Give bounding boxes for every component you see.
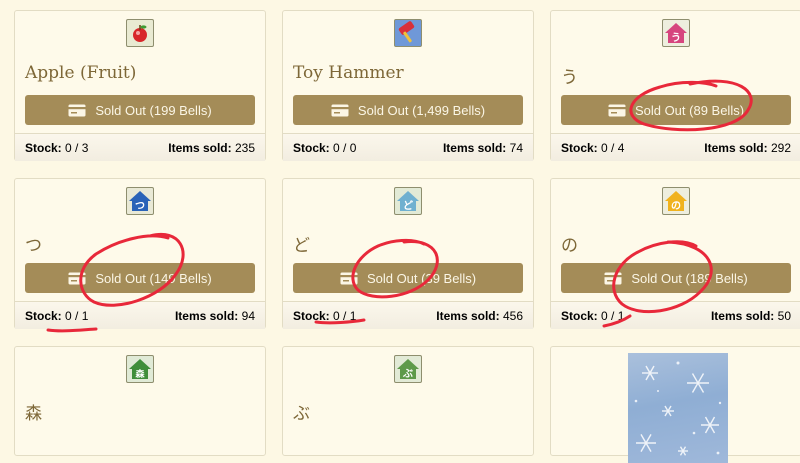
payment-card-icon <box>68 104 86 116</box>
items-sold-value: 235 <box>234 140 255 155</box>
stock-info: Stock: 0 / 3 <box>25 141 88 155</box>
stock-label: Stock: <box>561 140 598 155</box>
toy-hammer-icon <box>394 19 422 47</box>
card-footer: Stock: 0 / 1 Items sold: 456 <box>283 301 533 329</box>
sold-out-label: Sold Out (199 Bells) <box>95 102 212 118</box>
stock-label: Stock: <box>561 308 598 323</box>
payment-card-icon <box>340 272 358 284</box>
svg-text:つ: つ <box>135 201 145 212</box>
sold-info: Items sold: 235 <box>168 141 255 155</box>
sold-info: Items sold: 292 <box>704 141 791 155</box>
house-bu-icon: ぶ <box>394 355 422 383</box>
card-footer: Stock: 0 / 4 Items sold: 292 <box>551 133 800 161</box>
svg-text:森: 森 <box>135 368 145 380</box>
stock-value: 0 / 1 <box>333 308 357 323</box>
svg-text:ど: ど <box>403 199 413 212</box>
stock-label: Stock: <box>25 308 62 323</box>
sold-out-label: Sold Out (189 Bells) <box>631 270 748 286</box>
items-sold-label: Items sold: <box>442 140 507 155</box>
sold-out-button[interactable]: Sold Out (199 Bells) <box>25 95 255 125</box>
items-sold-value: 74 <box>509 140 523 155</box>
stock-label: Stock: <box>293 308 330 323</box>
item-name: Toy Hammer <box>293 63 404 83</box>
sold-out-button[interactable]: Sold Out (149 Bells) <box>25 263 255 293</box>
item-card-mori: 森 森 <box>14 346 266 456</box>
payment-card-icon <box>608 104 626 116</box>
item-card-no: の の Sold Out (189 Bells) Stock: 0 / 1 It… <box>550 178 800 329</box>
item-card-toy-hammer: Toy Hammer Sold Out (1,499 Bells) Stock:… <box>282 10 534 161</box>
sold-info: Items sold: 50 <box>711 309 791 323</box>
item-name: ど <box>293 236 310 256</box>
house-do-icon: ど <box>394 187 422 215</box>
sold-out-label: Sold Out (1,499 Bells) <box>357 102 486 118</box>
sold-out-label: Sold Out (149 Bells) <box>95 270 212 286</box>
item-name: の <box>561 236 578 256</box>
item-card-do: ど ど Sold Out (39 Bells) Stock: 0 / 1 Ite… <box>282 178 534 329</box>
items-sold-label: Items sold: <box>436 308 500 323</box>
items-sold-value: 94 <box>241 308 255 323</box>
payment-card-icon <box>604 272 622 284</box>
items-sold-label: Items sold: <box>174 308 239 323</box>
item-card-apple: Apple (Fruit) Sold Out (199 Bells) Stock… <box>14 10 266 161</box>
items-sold-label: Items sold: <box>704 140 768 155</box>
stock-label: Stock: <box>25 140 62 155</box>
svg-text:う: う <box>671 32 681 44</box>
item-card-u: う う Sold Out (89 Bells) Stock: 0 / 4 Ite… <box>550 10 800 161</box>
house-mori-icon: 森 <box>126 355 154 383</box>
annotation-underline-tsu <box>46 327 98 333</box>
stock-info: Stock: 0 / 1 <box>25 309 88 323</box>
item-name: 森 <box>25 404 42 424</box>
sold-out-button[interactable]: Sold Out (39 Bells) <box>293 263 523 293</box>
stock-info: Stock: 0 / 0 <box>293 141 356 155</box>
apple-icon <box>126 19 154 47</box>
items-sold-label: Items sold: <box>710 308 775 323</box>
item-card-snow-wallpaper <box>550 346 800 463</box>
sold-info: Items sold: 94 <box>175 309 255 323</box>
payment-card-icon <box>331 104 349 116</box>
stock-value: 0 / 1 <box>601 308 625 323</box>
stock-value: 0 / 3 <box>65 140 89 155</box>
card-footer: Stock: 0 / 3 Items sold: 235 <box>15 133 265 161</box>
stock-value: 0 / 4 <box>601 140 625 155</box>
item-name: う <box>561 68 578 88</box>
items-sold-value: 292 <box>770 140 791 155</box>
items-sold-label: Items sold: <box>168 140 232 155</box>
stock-info: Stock: 0 / 1 <box>561 309 624 323</box>
stock-info: Stock: 0 / 1 <box>293 309 356 323</box>
item-card-tsu: つ つ Sold Out (149 Bells) Stock: 0 / 1 It… <box>14 178 266 329</box>
stock-value: 0 / 0 <box>333 140 357 155</box>
item-name: つ <box>25 236 42 256</box>
item-name: Apple (Fruit) <box>25 63 137 83</box>
card-footer: Stock: 0 / 0 Items sold: 74 <box>283 133 533 161</box>
svg-text:の: の <box>671 201 681 212</box>
sold-info: Items sold: 456 <box>436 309 523 323</box>
sold-info: Items sold: 74 <box>443 141 523 155</box>
stock-value: 0 / 1 <box>65 308 89 323</box>
items-sold-value: 50 <box>777 308 791 323</box>
house-u-icon: う <box>662 19 690 47</box>
svg-text:ぶ: ぶ <box>402 368 413 380</box>
sold-out-label: Sold Out (89 Bells) <box>634 102 745 118</box>
card-footer: Stock: 0 / 1 Items sold: 50 <box>551 301 800 329</box>
sold-out-button[interactable]: Sold Out (189 Bells) <box>561 263 791 293</box>
sold-out-label: Sold Out (39 Bells) <box>366 270 477 286</box>
card-footer: Stock: 0 / 1 Items sold: 94 <box>15 301 265 329</box>
house-tsu-icon: つ <box>126 187 154 215</box>
payment-card-icon <box>68 272 86 284</box>
snowflake-wallpaper-image <box>628 353 728 463</box>
house-no-icon: の <box>662 187 690 215</box>
stock-info: Stock: 0 / 4 <box>561 141 624 155</box>
item-name: ぶ <box>293 404 310 424</box>
item-card-bu: ぶ ぶ <box>282 346 534 456</box>
items-sold-value: 456 <box>502 308 523 323</box>
sold-out-button[interactable]: Sold Out (1,499 Bells) <box>293 95 523 125</box>
sold-out-button[interactable]: Sold Out (89 Bells) <box>561 95 791 125</box>
stock-label: Stock: <box>293 140 330 155</box>
